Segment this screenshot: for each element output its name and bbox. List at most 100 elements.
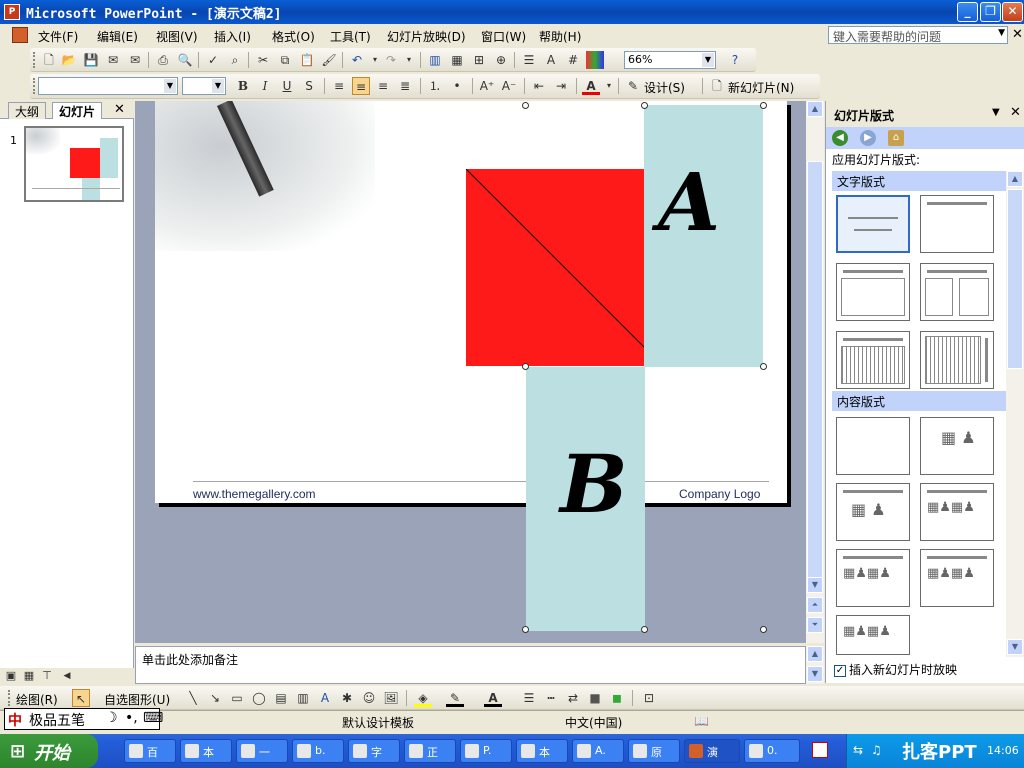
- diagram-icon[interactable]: ✱: [338, 689, 356, 707]
- start-button[interactable]: ⊞ 开始: [0, 734, 98, 768]
- home-icon[interactable]: ⌂: [888, 130, 904, 146]
- show-grid-icon[interactable]: #: [564, 51, 582, 69]
- menu-insert[interactable]: 插入(I): [214, 28, 251, 45]
- wordart-icon[interactable]: A: [316, 689, 334, 707]
- ime-toolbar[interactable]: 中 极品五笔 ☽ •, ⌨: [4, 708, 163, 730]
- close-icon[interactable]: ✕: [1010, 105, 1021, 120]
- color-grayscale-icon[interactable]: [586, 51, 604, 69]
- taskbar-item[interactable]: 百: [124, 739, 176, 763]
- clipart-icon[interactable]: ☺: [360, 689, 378, 707]
- font-size-select[interactable]: ▼: [182, 77, 226, 95]
- increase-font-icon[interactable]: A⁺: [478, 77, 496, 95]
- print-preview-icon[interactable]: 🔍: [176, 51, 194, 69]
- slideshow-view-icon[interactable]: ⊤: [38, 667, 56, 685]
- font-select[interactable]: ▼: [38, 77, 178, 95]
- menu-help[interactable]: 帮助(H): [539, 28, 581, 45]
- permission-icon[interactable]: ✉: [104, 51, 122, 69]
- layout-title-four-content[interactable]: ▦♟▦♟: [836, 549, 910, 607]
- taskbar-item[interactable]: 原: [628, 739, 680, 763]
- slide-sorter-icon[interactable]: ▦: [20, 667, 38, 685]
- scroll-thumb[interactable]: [807, 161, 823, 581]
- help-icon[interactable]: ?: [726, 51, 744, 69]
- chevron-down-icon[interactable]: ▼: [702, 53, 714, 67]
- toolbar-grip[interactable]: [8, 690, 11, 706]
- document-icon[interactable]: [12, 27, 28, 43]
- draw-menu-button[interactable]: 绘图(R): [16, 691, 58, 708]
- footer-url[interactable]: www.themegallery.com: [193, 487, 315, 501]
- document-close-icon[interactable]: ✕: [1012, 27, 1023, 42]
- autoshapes-button[interactable]: 自选图形(U): [104, 691, 170, 708]
- scroll-down-icon[interactable]: ▼: [807, 666, 823, 682]
- increase-indent-icon[interactable]: ⇥: [552, 77, 570, 95]
- zoom-select[interactable]: 66% ▼: [624, 51, 716, 69]
- shadow-button[interactable]: S: [300, 77, 318, 95]
- align-right-icon[interactable]: ≡: [374, 77, 392, 95]
- taskbar-item-active[interactable]: 演: [684, 739, 740, 763]
- back-icon[interactable]: ◀: [832, 130, 848, 146]
- tables-borders-icon[interactable]: ⊞: [470, 51, 488, 69]
- selection-handle[interactable]: [760, 363, 767, 370]
- toolbar-grip[interactable]: [33, 78, 36, 94]
- decrease-indent-icon[interactable]: ⇤: [530, 77, 548, 95]
- rectangle-a-shape[interactable]: A: [644, 105, 763, 367]
- layout-vertical-text[interactable]: [836, 331, 910, 389]
- tab-slides[interactable]: 幻灯片: [52, 102, 103, 119]
- vertical-scrollbar[interactable]: ▲ ▼ ⏶ ⏷: [806, 101, 824, 643]
- layout-two-column-text[interactable]: [920, 263, 994, 321]
- menu-view[interactable]: 视图(V): [156, 28, 198, 45]
- cut-icon[interactable]: ✂: [254, 51, 272, 69]
- grid-icon[interactable]: ⊡: [640, 689, 658, 707]
- scroll-up-icon[interactable]: ▲: [807, 101, 823, 117]
- table-icon[interactable]: ▦: [448, 51, 466, 69]
- keyboard-icon[interactable]: ⌨: [143, 710, 163, 726]
- taskbar-item[interactable]: b.: [292, 739, 344, 763]
- italic-button[interactable]: I: [256, 77, 274, 95]
- layout-title-only[interactable]: [920, 195, 994, 253]
- save-icon[interactable]: 💾: [82, 51, 100, 69]
- redo-dropdown-icon[interactable]: ▾: [400, 51, 418, 69]
- undo-icon[interactable]: ↶: [348, 51, 366, 69]
- chevron-down-icon[interactable]: ▼: [212, 79, 224, 93]
- taskbar-item[interactable]: 本: [180, 739, 232, 763]
- network-icon[interactable]: ⇆: [853, 743, 863, 757]
- line-style-icon[interactable]: ☰: [520, 689, 538, 707]
- taskbar-item[interactable]: 正: [404, 739, 456, 763]
- minimize-button[interactable]: _: [957, 2, 978, 22]
- rectangle-icon[interactable]: ▭: [228, 689, 246, 707]
- bullets-icon[interactable]: •: [448, 77, 466, 95]
- layout-vertical-title-text[interactable]: [920, 331, 994, 389]
- rectangle-b-shape[interactable]: B: [526, 367, 645, 631]
- chart-icon[interactable]: ▥: [426, 51, 444, 69]
- menu-tools[interactable]: 工具(T): [330, 28, 371, 45]
- spelling-status-icon[interactable]: 📖: [694, 714, 709, 728]
- chevron-down-icon[interactable]: ▼: [164, 79, 176, 93]
- selection-handle[interactable]: [641, 626, 648, 633]
- scroll-thumb[interactable]: [1007, 189, 1023, 369]
- close-button[interactable]: ✕: [1002, 2, 1023, 22]
- selection-handle[interactable]: [522, 102, 529, 109]
- scroll-down-icon[interactable]: ▼: [807, 577, 823, 593]
- font-color-icon[interactable]: A: [582, 77, 600, 95]
- layout-title-text[interactable]: [836, 263, 910, 321]
- taskbar-item[interactable]: 0.: [744, 739, 800, 763]
- menu-slideshow[interactable]: 幻灯片放映(D): [387, 28, 466, 45]
- restore-button[interactable]: ❐: [980, 2, 1001, 22]
- line-icon[interactable]: ╲: [184, 689, 202, 707]
- vertical-textbox-icon[interactable]: ▥: [294, 689, 312, 707]
- selection-handle[interactable]: [522, 626, 529, 633]
- drawing-font-color-icon[interactable]: A: [484, 689, 502, 707]
- toolbar-grip[interactable]: [33, 52, 36, 68]
- shadow-style-icon[interactable]: ■: [586, 689, 604, 707]
- taskbar-item[interactable]: P.: [460, 739, 512, 763]
- previous-slide-icon[interactable]: ⏶: [807, 597, 823, 613]
- menu-edit[interactable]: 编辑(E): [97, 28, 138, 45]
- hyperlink-icon[interactable]: ⊕: [492, 51, 510, 69]
- dash-style-icon[interactable]: ┅: [542, 689, 560, 707]
- arrow-style-icon[interactable]: ⇄: [564, 689, 582, 707]
- new-slide-button[interactable]: 新幻灯片(N): [728, 79, 794, 96]
- numbering-icon[interactable]: ⒈: [426, 77, 444, 95]
- section-content-layouts[interactable]: 内容版式: [832, 391, 1006, 411]
- chevron-down-icon[interactable]: ▼: [998, 28, 1005, 38]
- selection-handle[interactable]: [641, 102, 648, 109]
- menu-file[interactable]: 文件(F): [38, 28, 78, 45]
